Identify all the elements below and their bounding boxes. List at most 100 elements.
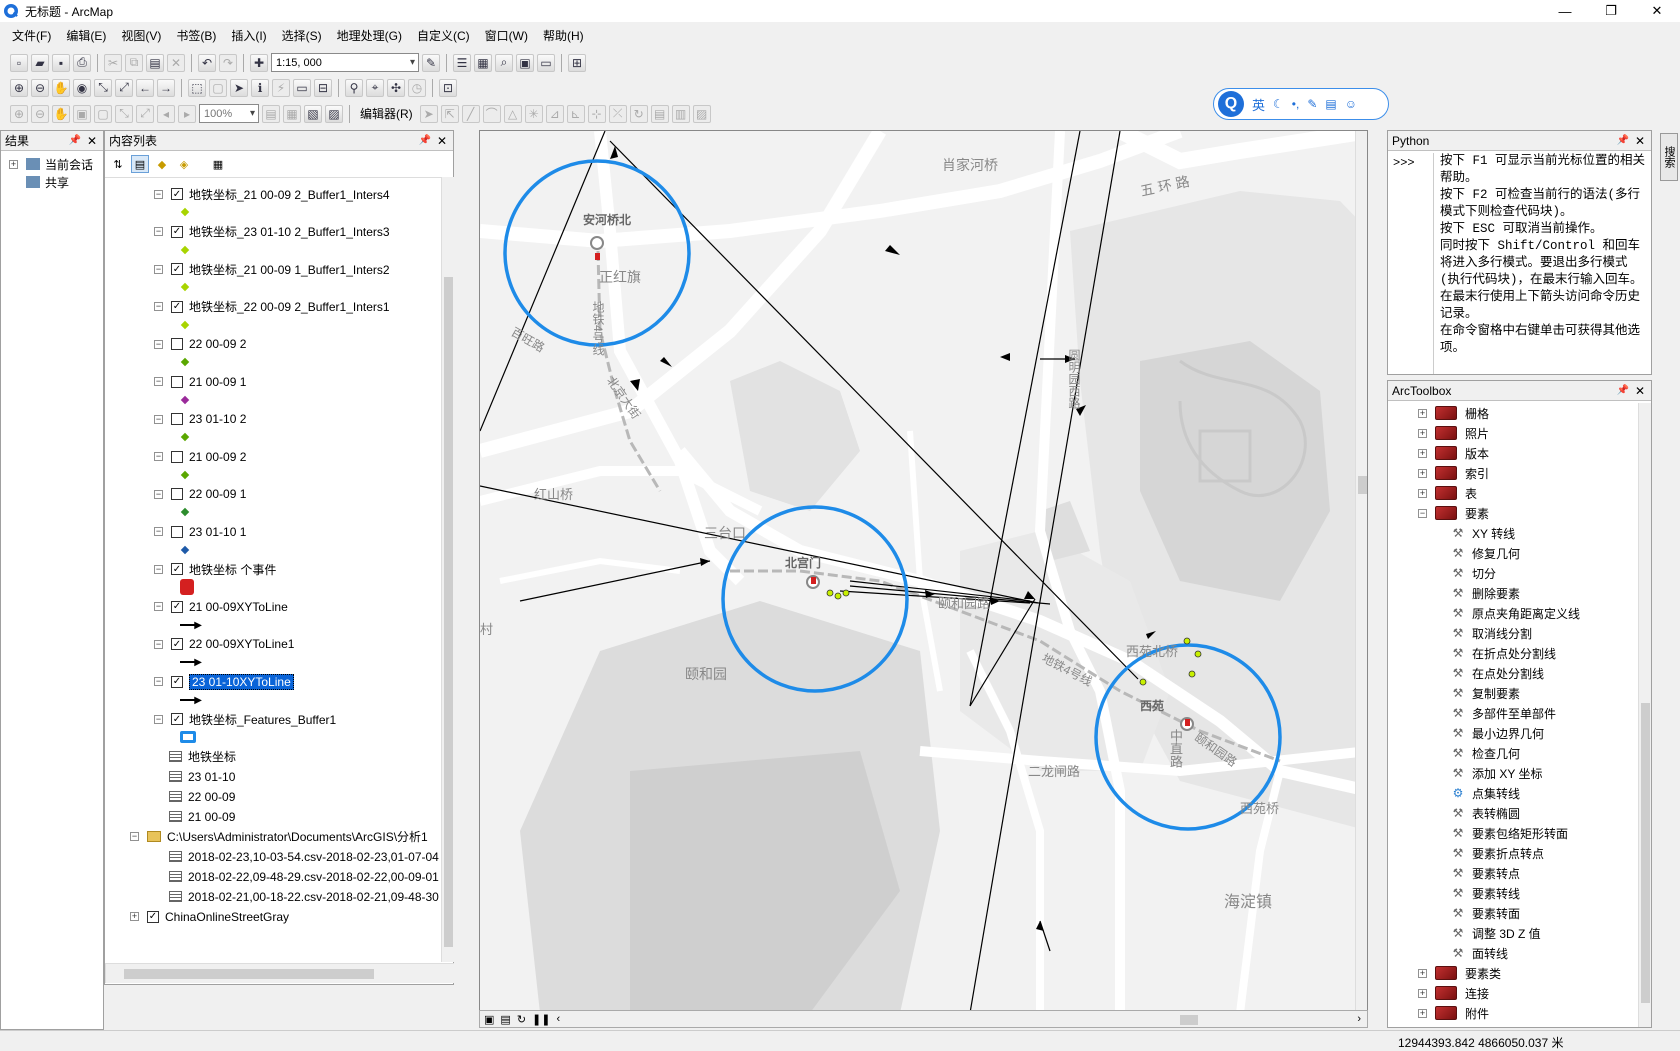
options-icon[interactable]: ▦: [209, 155, 227, 173]
expand-icon[interactable]: +: [9, 159, 18, 169]
list-by-selection-icon[interactable]: ◈: [175, 155, 193, 173]
zoom-100-icon[interactable]: ▢: [94, 104, 112, 123]
toc-table-row[interactable]: 23 01-10: [169, 768, 235, 786]
split-icon[interactable]: ⤫: [608, 104, 627, 123]
toc-layer-row[interactable]: − ✓ 23 01-10XYToLine: [154, 673, 294, 691]
add-data-icon[interactable]: ✚: [250, 53, 268, 72]
collapse-icon[interactable]: −: [154, 227, 163, 236]
toc-layer-row[interactable]: − ✓ 22 00-09XYToLine1: [154, 635, 294, 653]
minimize-button[interactable]: —: [1542, 0, 1588, 22]
tool-row[interactable]: ⚒ 面转线: [1450, 943, 1508, 963]
toc-layer-row[interactable]: − ✓ 地铁坐标_22 00-09 2_Buffer1_Inters1: [154, 298, 390, 316]
zoom-in-icon[interactable]: ⊕: [10, 78, 28, 97]
time-slider-icon[interactable]: ◷: [408, 78, 426, 97]
toolset-row[interactable]: + 表: [1418, 483, 1477, 503]
clear-selection-icon[interactable]: ▢: [209, 78, 227, 97]
smiley-icon[interactable]: ☺: [1345, 97, 1357, 111]
ime-logo-icon[interactable]: Q: [1218, 91, 1244, 117]
expand-icon[interactable]: +: [1418, 468, 1427, 478]
toc-layer-row[interactable]: − ✓ 地铁坐标_23 01-10 2_Buffer1_Inters3: [154, 223, 390, 241]
catalog-icon[interactable]: ▦: [474, 53, 492, 72]
layer-visibility-checkbox[interactable]: [171, 338, 183, 350]
layer-visibility-checkbox[interactable]: ✓: [171, 600, 183, 613]
moon-icon[interactable]: ☾: [1273, 97, 1284, 111]
pin-icon[interactable]: 📌: [419, 135, 431, 146]
layer-label[interactable]: 地铁坐标_22 00-09 2_Buffer1_Inters1: [189, 298, 390, 315]
toggle-draft-icon[interactable]: ▤: [262, 104, 280, 123]
layer-visibility-checkbox[interactable]: [171, 413, 183, 425]
tool-row[interactable]: ⚒ 复制要素: [1450, 683, 1520, 703]
html-popup-icon[interactable]: ▭: [293, 78, 311, 97]
point-icon[interactable]: ✳: [524, 104, 543, 123]
h-scroll-thumb[interactable]: [124, 969, 374, 979]
layout-back-icon[interactable]: ◂: [157, 104, 175, 123]
layer-visibility-checkbox[interactable]: ✓: [171, 675, 183, 688]
fixed-zoom-out-icon[interactable]: ⤢: [115, 78, 133, 97]
collapse-icon[interactable]: −: [154, 339, 163, 349]
layer-label[interactable]: 地铁坐标_21 00-09 1_Buffer1_Inters2: [189, 261, 390, 278]
layer-visibility-checkbox[interactable]: ✓: [171, 225, 183, 238]
tool-row[interactable]: ⚒ 多部件至单部件: [1450, 703, 1556, 723]
close-icon[interactable]: ✕: [1635, 384, 1645, 398]
layer-label[interactable]: 地铁坐标_Features_Buffer1: [189, 711, 336, 728]
collapse-icon[interactable]: −: [154, 264, 163, 274]
menu-geoprocessing[interactable]: 地理处理(G): [337, 27, 402, 44]
edit-annotation-icon[interactable]: ⇱: [440, 104, 459, 123]
open-folder-icon[interactable]: ▰: [31, 53, 49, 72]
zoom-out-icon[interactable]: ⊖: [31, 78, 49, 97]
save-icon[interactable]: ▪: [52, 53, 70, 72]
data-driven-pages-icon[interactable]: ▨: [325, 104, 343, 123]
toc-layer-row[interactable]: − ✓ 地铁坐标_Features_Buffer1: [154, 710, 336, 728]
tool-row[interactable]: ⚒ 要素转线: [1450, 883, 1520, 903]
toc-csv-row[interactable]: 2018-02-22,09-48-29.csv-2018-02-22,00-09…: [169, 868, 439, 886]
list-by-drawing-order-icon[interactable]: ⇅: [109, 155, 127, 173]
toolset-row[interactable]: − 要素: [1418, 503, 1489, 523]
tool-row[interactable]: ⚒ 删除要素: [1450, 583, 1520, 603]
toc-layer-row[interactable]: − ✓ 21 00-09XYToLine: [154, 598, 288, 616]
list-by-source-icon[interactable]: ▤: [131, 155, 149, 173]
map-scale-select[interactable]: 1:15, 000: [271, 53, 419, 72]
table-of-contents-icon[interactable]: ☰: [453, 53, 471, 72]
pause-drawing-icon[interactable]: ❚❚: [532, 1013, 550, 1026]
layout-zoom-select[interactable]: 100%: [199, 104, 259, 123]
map-vertical-scrollbar[interactable]: [1355, 131, 1367, 1011]
layer-visibility-checkbox[interactable]: [171, 450, 183, 463]
toc-csv-row[interactable]: 2018-02-21,00-18-22.csv-2018-02-21,09-48…: [169, 888, 439, 906]
pin-icon[interactable]: 📌: [1617, 385, 1629, 396]
expand-icon[interactable]: +: [1418, 968, 1427, 978]
scroll-thumb[interactable]: [444, 277, 453, 947]
toc-layer-row[interactable]: − ✓ 地铁坐标_21 00-09 2_Buffer1_Inters4: [154, 185, 390, 203]
map-h-thumb[interactable]: [1180, 1015, 1198, 1025]
collapse-icon[interactable]: −: [154, 452, 163, 461]
search-side-tab[interactable]: 搜索: [1660, 133, 1678, 181]
layout-view-icon[interactable]: ▤: [500, 1013, 510, 1026]
focus-frame-icon[interactable]: ▦: [283, 104, 301, 123]
cut-polygons-icon[interactable]: ⊹: [587, 104, 606, 123]
model-builder-icon[interactable]: ⊞: [568, 53, 586, 72]
hyperlink-icon[interactable]: ⚡: [272, 78, 290, 97]
toc-layer-row[interactable]: − ✓ 地铁坐标_21 00-09 1_Buffer1_Inters2: [154, 260, 390, 278]
map-v-thumb[interactable]: [1358, 476, 1367, 494]
expand-icon[interactable]: +: [130, 912, 139, 921]
tool-row[interactable]: ⚒ 在点处分割线: [1450, 663, 1544, 683]
pan-hand-icon[interactable]: ✋: [52, 78, 70, 97]
editor-menu[interactable]: 编辑器(R): [356, 105, 417, 122]
list-by-visibility-icon[interactable]: ◆: [153, 155, 171, 173]
menu-customize[interactable]: 自定义(C): [417, 27, 470, 44]
layer-visibility-checkbox[interactable]: ✓: [171, 263, 183, 275]
layer-visibility-checkbox[interactable]: ✓: [171, 300, 183, 313]
toc-table-row[interactable]: 22 00-09: [169, 788, 235, 806]
toc-layer-row[interactable]: − ✓ 地铁坐标 个事件: [154, 560, 276, 578]
collapse-icon[interactable]: −: [154, 377, 163, 386]
layer-visibility-checkbox[interactable]: ✓: [171, 188, 183, 200]
paste-icon[interactable]: ▤: [146, 53, 164, 72]
tool-row[interactable]: ⚒ 表转椭圆: [1450, 803, 1520, 823]
results-item-current-session[interactable]: + 当前会话: [9, 155, 93, 173]
menu-insert[interactable]: 插入(I): [231, 27, 266, 44]
collapse-icon[interactable]: −: [154, 602, 163, 611]
toc-layer-row[interactable]: − 23 01-10 1: [154, 523, 246, 541]
layer-label[interactable]: 地铁坐标 个事件: [189, 561, 276, 578]
edit-tool-icon[interactable]: ➤: [419, 104, 438, 123]
layer-label[interactable]: 23 01-10 1: [189, 525, 246, 539]
collapse-icon[interactable]: −: [154, 414, 163, 424]
